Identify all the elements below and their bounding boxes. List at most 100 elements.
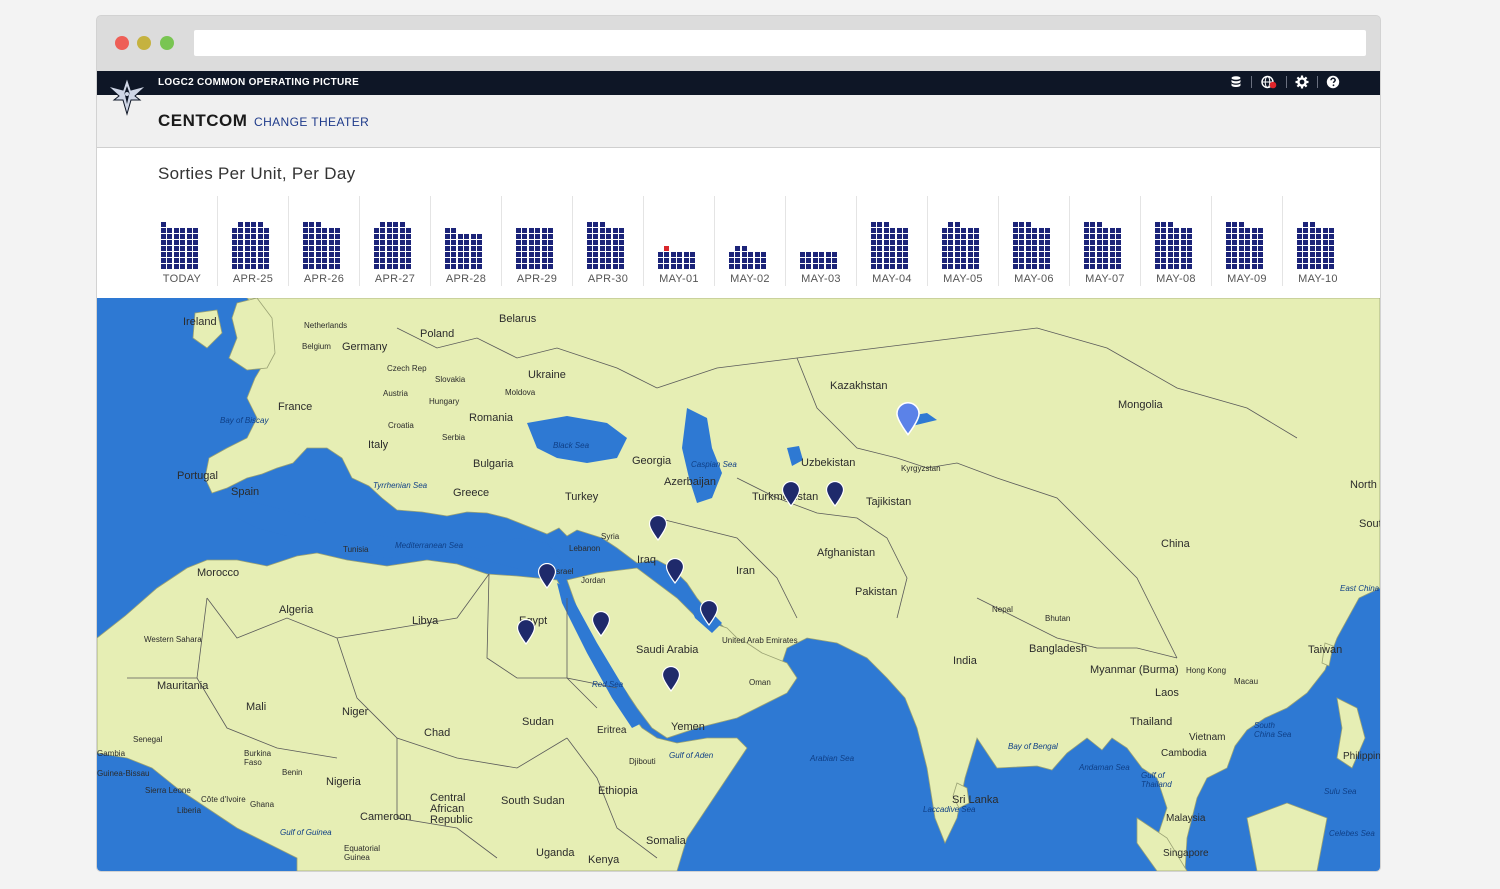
database-icon[interactable]	[1229, 75, 1243, 89]
sortie-cell	[529, 246, 534, 251]
sortie-day-0[interactable]: TODAY	[147, 192, 218, 288]
sortie-cell	[1039, 240, 1044, 245]
sortie-grid	[573, 209, 643, 269]
sortie-cell	[1245, 258, 1250, 263]
sortie-cell	[1316, 228, 1321, 233]
map-pin-icon[interactable]	[591, 611, 611, 637]
sortie-cell	[942, 264, 947, 269]
sortie-cell	[322, 264, 327, 269]
sortie-cell	[619, 258, 624, 263]
sortie-day-8[interactable]: MAY-02	[715, 192, 786, 288]
sortie-cell	[380, 222, 385, 227]
map-label-country: Somalia	[646, 835, 686, 847]
sortie-cell	[884, 264, 889, 269]
map-pin-icon[interactable]	[648, 515, 668, 541]
gear-icon[interactable]	[1295, 75, 1309, 89]
sortie-cell	[1303, 234, 1308, 239]
map-pin-selected-icon[interactable]	[895, 402, 921, 436]
address-bar[interactable]	[194, 30, 1366, 56]
sortie-cell	[877, 258, 882, 263]
sortie-cell	[1329, 246, 1334, 251]
sortie-cell	[251, 252, 256, 257]
sortie-cell	[161, 228, 166, 233]
sortie-cell	[522, 234, 527, 239]
map-label-country: Mongolia	[1118, 399, 1163, 411]
sortie-day-10[interactable]: MAY-04	[857, 192, 928, 288]
sortie-cell	[877, 222, 882, 227]
map-pin-icon[interactable]	[825, 481, 845, 507]
map-pin-icon[interactable]	[699, 600, 719, 626]
close-window-button[interactable]	[115, 36, 129, 50]
sortie-cell	[1297, 228, 1302, 233]
map-label-country: Pakistan	[855, 586, 898, 598]
sortie-grid	[289, 209, 359, 269]
map-label-country: Syria	[601, 532, 620, 541]
map-pin-icon[interactable]	[516, 619, 536, 645]
help-icon[interactable]	[1326, 75, 1340, 89]
sortie-cell	[303, 258, 308, 263]
sortie-cell	[1297, 240, 1302, 245]
sortie-day-15[interactable]: MAY-09	[1212, 192, 1283, 288]
sortie-cell	[1303, 222, 1308, 227]
sortie-day-6[interactable]: APR-30	[573, 192, 644, 288]
sortie-cell	[1239, 222, 1244, 227]
map-pin-icon[interactable]	[665, 558, 685, 584]
map-label-country: Azerbaijan	[664, 476, 716, 488]
sortie-day-3[interactable]: APR-27	[360, 192, 431, 288]
map-label-country: Belgium	[302, 342, 331, 351]
sortie-cell	[1226, 258, 1231, 263]
sortie-cell	[303, 252, 308, 257]
sortie-cell	[690, 258, 695, 263]
sortie-cell	[1252, 234, 1257, 239]
sortie-cell	[1310, 228, 1315, 233]
sortie-cell	[1316, 234, 1321, 239]
sortie-day-12[interactable]: MAY-06	[999, 192, 1070, 288]
sortie-cell	[1174, 246, 1179, 251]
theater-map[interactable]: Ireland Netherlands Belgium Poland Belar…	[97, 298, 1380, 871]
sortie-cell	[380, 234, 385, 239]
sortie-day-label: MAY-08	[1156, 273, 1196, 285]
minimize-window-button[interactable]	[137, 36, 151, 50]
sortie-cell	[1019, 252, 1024, 257]
sortie-day-2[interactable]: APR-26	[289, 192, 360, 288]
sortie-day-1[interactable]: APR-25	[218, 192, 289, 288]
sortie-day-13[interactable]: MAY-07	[1070, 192, 1141, 288]
sortie-day-5[interactable]: APR-29	[502, 192, 573, 288]
sortie-cell	[542, 252, 547, 257]
sortie-day-16[interactable]: MAY-10	[1283, 192, 1354, 288]
sortie-cell	[258, 264, 263, 269]
sortie-cell	[161, 240, 166, 245]
browser-window: LOGC2 COMMON OPERATING PICTURE CENTCOM C…	[97, 16, 1380, 871]
sortie-day-9[interactable]: MAY-03	[786, 192, 857, 288]
sortie-cell	[329, 240, 334, 245]
sortie-cell	[374, 246, 379, 251]
map-label-country: Libya	[412, 615, 439, 627]
sortie-cell	[174, 240, 179, 245]
sortie-cell	[161, 258, 166, 263]
sortie-cell	[251, 258, 256, 263]
map-pin-icon[interactable]	[537, 563, 557, 589]
sortie-cell	[948, 264, 953, 269]
sortie-cell	[664, 252, 669, 257]
sortie-cell	[897, 258, 902, 263]
map-pin-icon[interactable]	[781, 481, 801, 507]
sortie-day-11[interactable]: MAY-05	[928, 192, 999, 288]
sortie-cell	[258, 222, 263, 227]
sortie-cell	[264, 246, 269, 251]
sortie-cell	[897, 228, 902, 233]
sortie-cell	[684, 252, 689, 257]
change-theater-link[interactable]: CHANGE THEATER	[254, 115, 369, 129]
sortie-cell	[1187, 246, 1192, 251]
sortie-day-4[interactable]: APR-28	[431, 192, 502, 288]
map-label-country: Kyrgyzstan	[901, 464, 941, 473]
sortie-day-14[interactable]: MAY-08	[1141, 192, 1212, 288]
sortie-cell	[322, 258, 327, 263]
map-pin-icon[interactable]	[661, 666, 681, 692]
sortie-cell	[1168, 222, 1173, 227]
sortie-cell	[458, 264, 463, 269]
sortie-day-7[interactable]: MAY-01	[644, 192, 715, 288]
maximize-window-button[interactable]	[160, 36, 174, 50]
sortie-cell	[877, 240, 882, 245]
globe-alert-icon[interactable]	[1260, 75, 1278, 89]
sortie-cell	[1032, 258, 1037, 263]
